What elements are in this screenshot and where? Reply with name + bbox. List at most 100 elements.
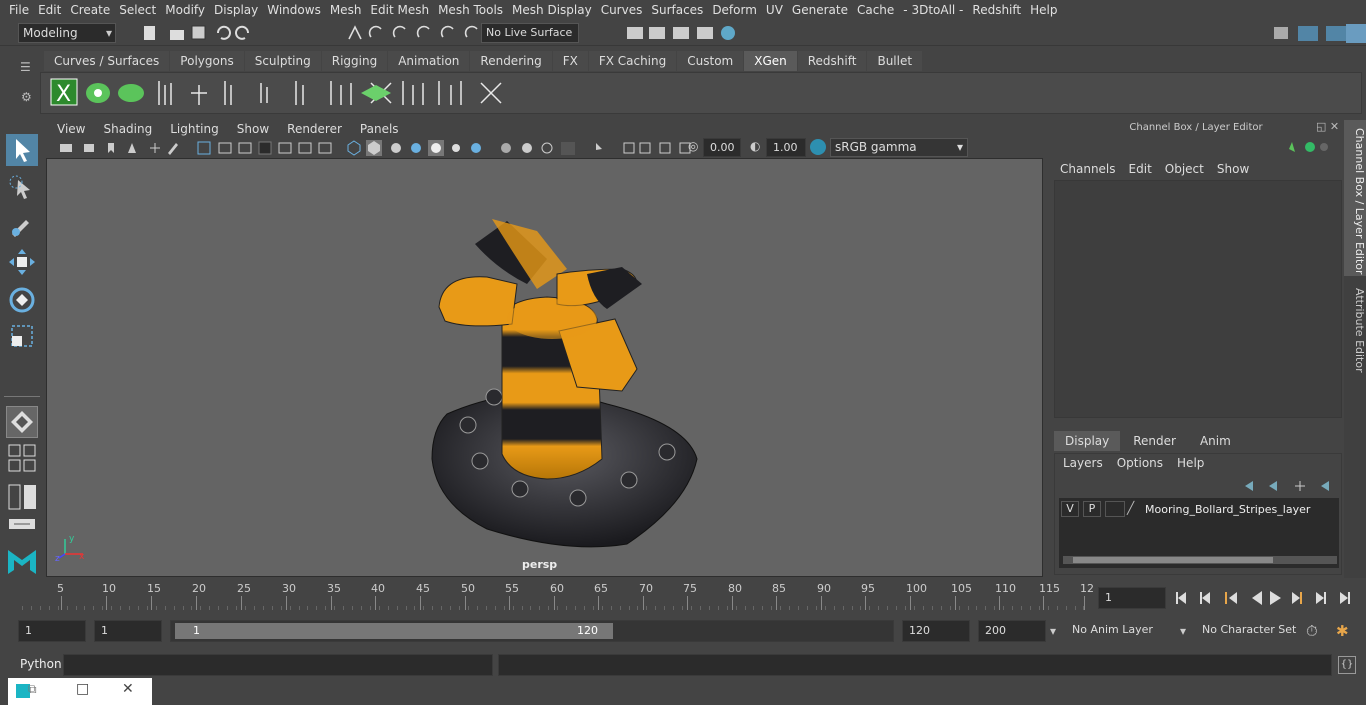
layer-menu-options[interactable]: Options [1117, 456, 1163, 470]
menu-item-mesh[interactable]: Mesh [321, 3, 362, 17]
menu-item-generate[interactable]: Generate [783, 3, 848, 17]
menu-item-mesh-display[interactable]: Mesh Display [503, 3, 592, 17]
script-editor-icon[interactable]: {} [1338, 656, 1356, 674]
command-input[interactable] [63, 654, 493, 676]
layer-playback-toggle[interactable]: P [1083, 501, 1101, 517]
shelf-tab-curves-surfaces[interactable]: Curves / Surfaces [44, 51, 170, 71]
restore-icon[interactable]: ⧉ [28, 682, 37, 697]
menu-item-deform[interactable]: Deform [703, 3, 757, 17]
render-icons[interactable] [625, 23, 740, 43]
layer-type-toggle[interactable] [1105, 501, 1125, 517]
menu-item-edit-mesh[interactable]: Edit Mesh [361, 3, 429, 17]
layer-tab-anim[interactable]: Anim [1188, 431, 1242, 451]
layout-single-icon[interactable] [6, 406, 38, 438]
menu-item-display[interactable]: Display [205, 3, 258, 17]
scene-end-field[interactable]: 200 [978, 620, 1046, 642]
chevron-down-icon[interactable]: ▾ [1050, 624, 1056, 638]
file-icons[interactable] [140, 23, 260, 43]
maximize-icon[interactable]: □ [76, 681, 89, 697]
shelf-tab-polygons[interactable]: Polygons [170, 51, 244, 71]
shelf-tab-xgen[interactable]: XGen [744, 51, 797, 71]
move-tool-icon[interactable] [6, 246, 38, 278]
viewport-toolbar-icons[interactable] [56, 140, 636, 156]
channel-menu-object[interactable]: Object [1165, 162, 1204, 176]
menu-item-mesh-tools[interactable]: Mesh Tools [429, 3, 503, 17]
menu-item-modify[interactable]: Modify [156, 3, 205, 17]
workspace-icons[interactable] [1270, 22, 1366, 44]
perspective-viewport[interactable]: y x z [46, 158, 1043, 577]
menu-item-surfaces[interactable]: Surfaces [642, 3, 703, 17]
range-slider[interactable]: 1 120 [170, 620, 894, 642]
channel-menu-edit[interactable]: Edit [1129, 162, 1152, 176]
layer-tab-render[interactable]: Render [1122, 431, 1187, 451]
paint-tool-icon[interactable] [6, 208, 38, 240]
viewport-menu-lighting[interactable]: Lighting [161, 122, 228, 136]
live-surface-field[interactable]: No Live Surface [481, 23, 579, 43]
menu-item-create[interactable]: Create [61, 3, 110, 17]
scene-start-field[interactable]: 1 [18, 620, 86, 642]
layer-visibility-toggle[interactable]: V [1061, 501, 1079, 517]
auto-key-icon[interactable]: ⏱ [1306, 622, 1318, 640]
menu-item-redshift[interactable]: Redshift [963, 3, 1021, 17]
playback-controls[interactable] [1172, 588, 1362, 608]
menu-item-select[interactable]: Select [110, 3, 156, 17]
viewport-menu-panels[interactable]: Panels [351, 122, 408, 136]
playback-start-field[interactable]: 1 [94, 620, 162, 642]
preferences-icon[interactable]: ✱ [1336, 622, 1349, 640]
exposure-field[interactable]: 0.00 [703, 138, 741, 157]
gear-icon[interactable]: ⚙ [21, 90, 32, 104]
channel-box-icons[interactable] [1286, 138, 1330, 156]
menu-item-cache[interactable]: Cache [848, 3, 894, 17]
layout-split-icon[interactable] [6, 482, 38, 514]
select-tool-icon[interactable] [6, 134, 38, 166]
lasso-tool-icon[interactable] [6, 172, 38, 204]
menu-item-curves[interactable]: Curves [592, 3, 643, 17]
viewport-menu-show[interactable]: Show [228, 122, 278, 136]
script-language-label[interactable]: Python [20, 657, 62, 671]
chevron-down-icon[interactable]: ▾ [1180, 624, 1186, 638]
color-management-icon[interactable] [810, 139, 826, 155]
gamma-field[interactable]: 1.00 [766, 138, 806, 157]
shelf-tab-rigging[interactable]: Rigging [321, 51, 388, 71]
close-icon[interactable]: ✕ [122, 681, 134, 697]
layer-row[interactable]: V P ╱ Mooring_Bollard_Stripes_layer [1059, 500, 1339, 518]
shelf-tab-bullet[interactable]: Bullet [867, 51, 923, 71]
character-set-select[interactable]: No Character Set [1196, 620, 1300, 642]
side-tab-attribute-editor[interactable]: Attribute Editor [1346, 288, 1366, 373]
viewport-menu-renderer[interactable]: Renderer [278, 122, 351, 136]
shelf-tab-rendering[interactable]: Rendering [470, 51, 552, 71]
layout-four-icon[interactable] [6, 442, 38, 474]
layer-menu-help[interactable]: Help [1177, 456, 1204, 470]
time-slider[interactable]: 5 10 15 20 25 30 35 40 45 50 55 60 65 70 75 80 85 90 95 100… [18, 582, 1094, 612]
menu-item--3dtoall-[interactable]: - 3DtoAll - [894, 3, 963, 17]
layer-action-icons[interactable] [1241, 478, 1341, 494]
shelf-tab-fx-caching[interactable]: FX Caching [588, 51, 677, 71]
xgen-tool-icons[interactable]: X [41, 73, 511, 113]
menu-item-windows[interactable]: Windows [258, 3, 321, 17]
shelf-tab-custom[interactable]: Custom [677, 51, 744, 71]
anim-layer-select[interactable]: No Anim Layer [1066, 620, 1178, 642]
playback-end-field[interactable]: 120 [902, 620, 970, 642]
close-icon[interactable]: ◱ ✕ [1316, 120, 1339, 133]
shelf-tab-animation[interactable]: Animation [388, 51, 470, 71]
layer-scrollbar[interactable] [1063, 556, 1337, 564]
shelf-tab-sculpting[interactable]: Sculpting [244, 51, 321, 71]
menu-item-help[interactable]: Help [1021, 3, 1057, 17]
rotate-tool-icon[interactable] [6, 284, 38, 316]
range-slider-handle[interactable] [175, 623, 613, 639]
color-space-select[interactable]: sRGB gamma ▾ [830, 138, 968, 157]
viewport-menu-view[interactable]: View [48, 122, 94, 136]
layer-menu-layers[interactable]: Layers [1063, 456, 1103, 470]
layer-name[interactable]: Mooring_Bollard_Stripes_layer [1145, 503, 1310, 516]
scale-tool-icon[interactable] [6, 320, 38, 352]
snap-icons[interactable] [345, 23, 480, 43]
shelf-menu-icon[interactable]: ☰ [20, 60, 31, 74]
channel-menu-channels[interactable]: Channels [1060, 162, 1116, 176]
layer-color-icon[interactable]: ╱ [1127, 501, 1143, 517]
menu-item-edit[interactable]: Edit [29, 3, 61, 17]
menu-item-file[interactable]: File [0, 3, 29, 17]
layer-tab-display[interactable]: Display [1054, 431, 1121, 451]
channel-menu-show[interactable]: Show [1217, 162, 1249, 176]
current-frame-field[interactable]: 1 [1098, 587, 1166, 609]
shelf-tab-redshift[interactable]: Redshift [797, 51, 867, 71]
